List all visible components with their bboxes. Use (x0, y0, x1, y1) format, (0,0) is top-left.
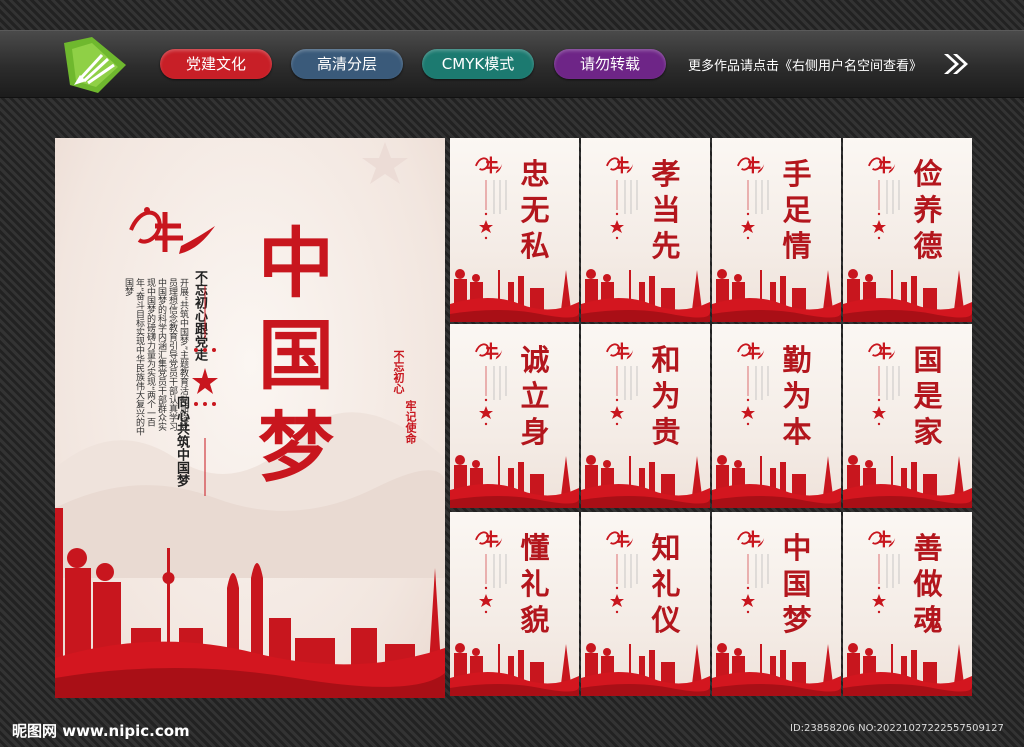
poster-text-lines (872, 180, 900, 240)
poster-title: 懂礼貌 (520, 531, 550, 637)
poster-card[interactable]: 忠无私 (450, 138, 579, 322)
poster-card[interactable]: 中国梦 (712, 512, 841, 696)
poster-card[interactable]: 手足情 (712, 138, 841, 322)
poster-title: 俭养德 (913, 157, 943, 263)
red-skyline-silhouette (450, 269, 579, 322)
poster-title: 知礼仪 (651, 531, 681, 637)
double-arrow-icon[interactable] (942, 51, 970, 77)
china-dream-calligraphy-emblem (129, 207, 215, 254)
poster-card[interactable]: 知礼仪 (581, 512, 710, 696)
poster-text-lines (479, 180, 507, 240)
tag-no-repost[interactable]: 请勿转载 (554, 49, 666, 79)
poster-title: 手足情 (782, 157, 812, 263)
poster-card[interactable]: 懂礼貌 (450, 512, 579, 696)
poster-title: 和为贵 (651, 343, 681, 449)
poster-text-lines (741, 554, 769, 614)
red-skyline-silhouette (712, 643, 841, 696)
poster-text-lines (610, 366, 638, 426)
city-soldier-silhouette (55, 508, 445, 698)
more-works-link[interactable]: 更多作品请点击《右侧用户名空间查看》 (688, 55, 922, 74)
poster-title: 忠无私 (520, 157, 550, 263)
red-skyline-silhouette (450, 643, 579, 696)
poster-card[interactable]: 国是家 (843, 324, 972, 508)
poster-title: 中国梦 (782, 531, 812, 637)
tag-hd-layers[interactable]: 高清分层 (291, 49, 403, 79)
red-skyline-silhouette (450, 455, 579, 508)
tag-party-culture[interactable]: 党建文化 (160, 49, 272, 79)
poster-title: 诚立身 (520, 343, 550, 449)
top-banner: 党建文化 高清分层 CMYK模式 请勿转载 更多作品请点击《右侧用户名空间查看》 (0, 30, 1024, 98)
china-dream-emblem-icon (737, 530, 765, 548)
image-id: ID:23858206 NO:20221027222557509127 (790, 723, 1004, 734)
intro-paragraph: 开展“共筑中国梦”主题教育活动加强党员理想信念教育引导党员干部认真学习中国梦的科… (123, 278, 188, 436)
china-dream-emblem-icon (868, 156, 896, 174)
poster-title: 孝当先 (651, 157, 681, 263)
china-dream-emblem-icon (475, 530, 503, 548)
poster-text-lines (872, 554, 900, 614)
poster-card[interactable]: 勤为本 (712, 324, 841, 508)
poster-text-lines (610, 180, 638, 240)
china-dream-emblem-icon (606, 342, 634, 360)
poster-text-lines (610, 554, 638, 614)
china-dream-emblem-icon (606, 530, 634, 548)
poster-card[interactable]: 俭养德 (843, 138, 972, 322)
red-skyline-silhouette (843, 643, 972, 696)
stamp-keep-mission: 牢记使命 (404, 400, 417, 444)
red-skyline-silhouette (581, 643, 710, 696)
china-dream-emblem-icon (737, 342, 765, 360)
star-divider (192, 286, 218, 496)
poster-card[interactable]: 孝当先 (581, 138, 710, 322)
poster-text-lines (479, 366, 507, 426)
pen-logo-icon (64, 37, 126, 93)
poster-title: 勤为本 (782, 343, 812, 449)
poster-text-lines (479, 554, 507, 614)
poster-text-lines (872, 366, 900, 426)
stamp-original-aspiration: 不忘初心 (392, 350, 405, 394)
china-dream-emblem-icon (475, 342, 503, 360)
main-poster: 开展“共筑中国梦”主题教育活动加强党员理想信念教育引导党员干部认真学习中国梦的科… (55, 138, 445, 698)
poster-title: 善做魂 (913, 531, 943, 637)
tag-cmyk[interactable]: CMYK模式 (422, 49, 534, 79)
red-skyline-silhouette (581, 455, 710, 508)
china-dream-emblem-icon (606, 156, 634, 174)
china-dream-emblem-icon (737, 156, 765, 174)
red-skyline-silhouette (712, 269, 841, 322)
site-watermark: 昵图网 www.nipic.com (12, 722, 190, 740)
red-skyline-silhouette (843, 269, 972, 322)
china-dream-emblem-icon (868, 342, 896, 360)
poster-text-lines (741, 180, 769, 240)
red-skyline-silhouette (581, 269, 710, 322)
poster-card[interactable]: 善做魂 (843, 512, 972, 696)
poster-card[interactable]: 诚立身 (450, 324, 579, 508)
red-skyline-silhouette (843, 455, 972, 508)
poster-text-lines (741, 366, 769, 426)
main-title: 中国梦 (258, 219, 334, 492)
china-dream-emblem-icon (475, 156, 503, 174)
china-dream-emblem-icon (868, 530, 896, 548)
poster-title: 国是家 (913, 343, 943, 449)
slogan-build-dream: 同心共筑中国梦 (174, 396, 189, 487)
red-skyline-silhouette (712, 455, 841, 508)
poster-card[interactable]: 和为贵 (581, 324, 710, 508)
